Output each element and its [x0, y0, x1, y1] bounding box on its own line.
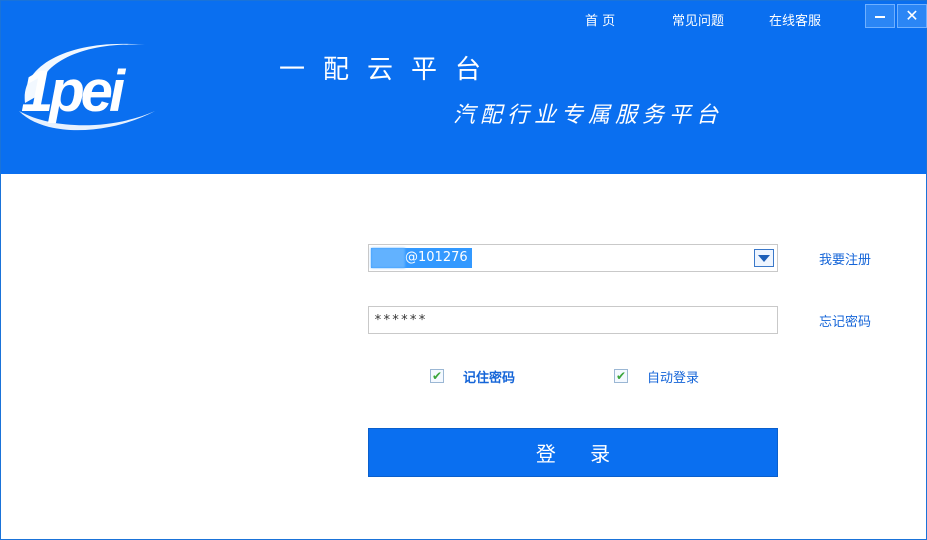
forgot-password-link[interactable]: 忘记密码	[819, 311, 871, 330]
nav-faq[interactable]: 常见问题	[672, 10, 724, 29]
check-icon: ✔	[615, 369, 627, 383]
checkbox-box[interactable]: ✔	[430, 369, 444, 383]
check-icon: ✔	[431, 369, 443, 383]
logo: 1pei 1pei	[19, 43, 155, 131]
chevron-down-icon	[758, 254, 770, 262]
remember-password-label: 记住密码	[463, 370, 516, 386]
password-field[interactable]: ******	[368, 306, 778, 334]
auto-login-checkbox[interactable]: ✔ 自动登录	[614, 368, 700, 386]
close-button[interactable]: ✕	[897, 4, 927, 28]
brand-slogan: 汽配行业专属服务平台	[453, 103, 724, 128]
nav-online-service[interactable]: 在线客服	[769, 10, 821, 29]
close-icon: ✕	[905, 6, 919, 25]
password-value: ******	[374, 313, 427, 328]
minimize-button[interactable]	[865, 4, 895, 28]
nav-home[interactable]: 首 页	[585, 10, 615, 29]
auto-login-label: 自动登录	[647, 370, 700, 386]
login-button[interactable]: 登 录	[368, 428, 778, 477]
checkbox-box[interactable]: ✔	[614, 369, 628, 383]
login-window: 1pei 1pei 一配云平台 汽配行业专属服务平台 首 页 常见问题 在线客服…	[0, 0, 927, 540]
header-banner: 1pei 1pei 一配云平台 汽配行业专属服务平台 首 页 常见问题 在线客服…	[1, 1, 927, 174]
remember-password-checkbox[interactable]: ✔ 记住密码	[430, 368, 516, 386]
account-redaction	[371, 248, 405, 268]
register-link[interactable]: 我要注册	[819, 249, 871, 268]
svg-text:1pei: 1pei	[21, 59, 127, 124]
minimize-icon	[875, 16, 885, 18]
account-dropdown-button[interactable]	[754, 249, 774, 267]
brand-title: 一配云平台	[279, 55, 500, 85]
account-select[interactable]: @101276	[368, 244, 778, 272]
